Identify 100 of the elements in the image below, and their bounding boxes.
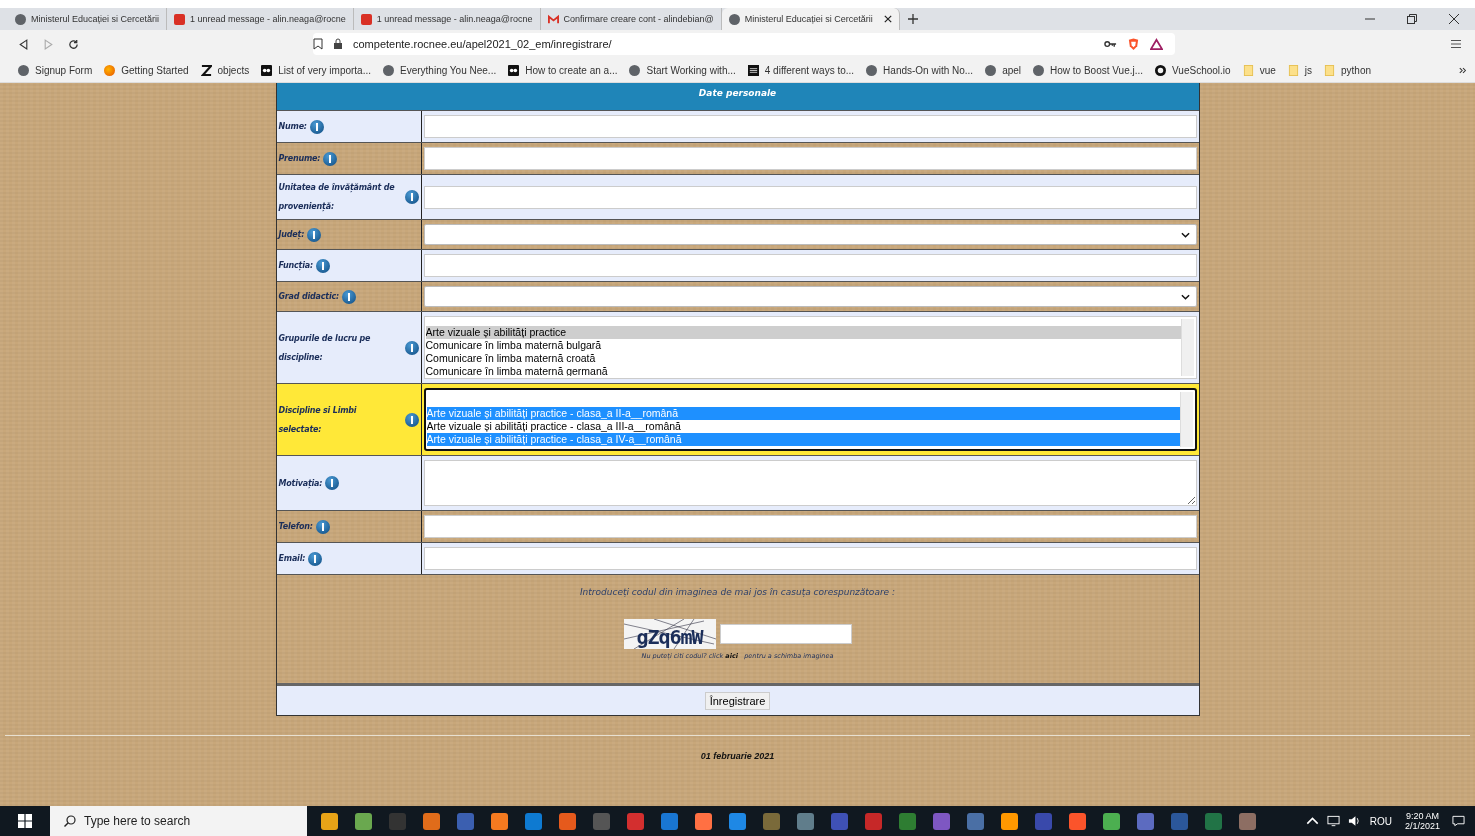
url-text: competente.rocnee.eu/apel2021_02_em/inregistrare/ (353, 38, 612, 50)
app-icon[interactable] (321, 812, 338, 830)
speaker-icon[interactable] (1347, 815, 1361, 827)
text-field[interactable] (423, 147, 1197, 170)
scrollbar[interactable] (1180, 319, 1194, 376)
bookmark[interactable]: Hands-On with No... (866, 64, 974, 76)
bookmark[interactable]: objects (200, 64, 250, 76)
app-icon[interactable] (423, 812, 440, 830)
triangle-icon[interactable] (1150, 37, 1163, 51)
globe-icon (866, 64, 878, 76)
z-letter-icon (200, 64, 212, 76)
app-icon[interactable] (933, 812, 950, 830)
app-icon[interactable] (559, 812, 576, 830)
bookmark[interactable]: js (1287, 64, 1312, 76)
close-icon[interactable] (883, 15, 892, 23)
clock-time[interactable]: 9:20 AM (1405, 811, 1439, 821)
menu-icon[interactable] (1451, 39, 1461, 49)
info-icon[interactable] (404, 190, 419, 204)
info-icon[interactable] (308, 551, 323, 566)
reload-icon[interactable] (68, 38, 79, 50)
list-option[interactable]: Comunicare în limba maternă bulgară (425, 339, 1181, 352)
info-icon[interactable] (325, 476, 340, 490)
app-icon[interactable] (661, 812, 678, 830)
list-box[interactable]: Arte vizuale și abilități practice - clasa_a II-a__română Arte vizuale și abilități practice - clasa_a III-a__română Arte vizuale și abilități practice - clasa_a IV-a__română (423, 388, 1197, 451)
captcha-field[interactable] (719, 624, 852, 644)
info-icon[interactable] (341, 289, 356, 304)
info-icon[interactable] (323, 151, 338, 166)
close-icon[interactable] (1449, 14, 1459, 24)
text-field[interactable] (423, 254, 1197, 277)
list-option[interactable]: Arte vizuale și abilități practice (425, 326, 1181, 339)
windows-icon[interactable] (18, 814, 32, 828)
field-label: Grad didactic: (278, 291, 339, 303)
bookmark[interactable]: Getting Started (104, 64, 189, 76)
info-icon[interactable] (315, 258, 330, 273)
bookmark[interactable]: How to create an a... (508, 64, 618, 76)
app-icon[interactable] (1069, 812, 1086, 830)
network-icon[interactable] (1326, 815, 1340, 827)
field-label: Unitatea de învățământ de proveniență: (278, 182, 396, 213)
app-icon[interactable] (729, 812, 746, 830)
scrollbar[interactable] (1179, 392, 1193, 447)
address-bar[interactable]: competente.rocnee.eu/apel2021_02_em/inregistrare/ (313, 33, 1175, 55)
restore-icon[interactable] (1407, 14, 1417, 24)
app-icon[interactable] (1001, 812, 1018, 830)
globe-icon (1033, 64, 1045, 76)
chevron-down-icon (1180, 231, 1190, 238)
app-icon[interactable] (797, 812, 814, 830)
plus-icon[interactable] (907, 14, 918, 24)
bookmark[interactable]: 4 different ways to... (747, 64, 855, 76)
bookmark[interactable]: apel (985, 64, 1022, 76)
chevron-up-icon[interactable] (1305, 815, 1319, 827)
search-field[interactable]: Type here to search (50, 806, 307, 836)
app-icon[interactable] (967, 812, 984, 830)
list-option[interactable]: Comunicare în limba maternă croată (425, 352, 1181, 365)
text-field[interactable] (423, 115, 1197, 138)
field-label: Prenume: (278, 153, 321, 165)
field-label: Grupurile de lucru pe discipline: (278, 332, 372, 364)
language-indicator[interactable]: ROU (1369, 815, 1392, 827)
bookmark[interactable]: Everything You Nee... (383, 64, 497, 76)
double-chevron-icon[interactable] (1459, 66, 1467, 74)
info-icon[interactable] (309, 119, 324, 134)
chevron-down-icon (1180, 293, 1190, 300)
app-icon[interactable] (525, 812, 542, 830)
bookmark-icon[interactable] (313, 38, 323, 50)
register-button[interactable]: Înregistrare (704, 691, 771, 710)
app-icon[interactable] (1103, 812, 1120, 830)
app-icon[interactable] (627, 812, 644, 830)
app-icon[interactable] (695, 812, 712, 830)
search-icon (64, 815, 76, 827)
text-field[interactable] (423, 515, 1197, 538)
key-icon[interactable] (1104, 40, 1117, 48)
info-icon[interactable] (315, 519, 330, 534)
text-field[interactable] (423, 547, 1197, 570)
info-icon[interactable] (307, 227, 322, 242)
list-option[interactable]: Arte vizuale și abilități practice - clasa_a III-a__română (426, 420, 1180, 433)
app-icon[interactable] (491, 812, 508, 830)
bookmark[interactable]: Signup Form (18, 64, 93, 76)
info-icon[interactable] (404, 340, 419, 355)
browser-tab[interactable]: Ministerul Educației si Cercetării (721, 8, 900, 30)
app-icon[interactable] (763, 812, 780, 830)
globe-icon (18, 64, 29, 76)
field-label: Județ: (278, 229, 305, 242)
app-icon[interactable] (899, 812, 916, 830)
lion-shield-icon[interactable] (1127, 37, 1140, 51)
app-icon[interactable] (1137, 812, 1154, 830)
bookmark[interactable]: Start Working with... (629, 64, 736, 76)
film-icon (261, 64, 273, 76)
field-label: Funcția: (278, 260, 313, 273)
bookmark[interactable]: List of very importa... (261, 64, 371, 76)
bookmark[interactable]: python (1324, 64, 1371, 76)
bookmark[interactable]: VueSchool.io (1155, 64, 1231, 76)
app-icon[interactable] (1239, 812, 1256, 830)
bookmark[interactable]: vue (1242, 64, 1276, 76)
text-field[interactable] (423, 185, 1197, 209)
notification-icon[interactable] (1452, 815, 1465, 827)
back-icon[interactable] (18, 38, 29, 50)
field-label: Telefon: (278, 521, 313, 533)
bookmark[interactable]: How to Boost Vue.j... (1033, 64, 1144, 76)
app-icon[interactable] (355, 812, 372, 830)
clock-date[interactable]: 2/1/2021 (1404, 821, 1440, 831)
info-icon[interactable] (404, 412, 419, 427)
